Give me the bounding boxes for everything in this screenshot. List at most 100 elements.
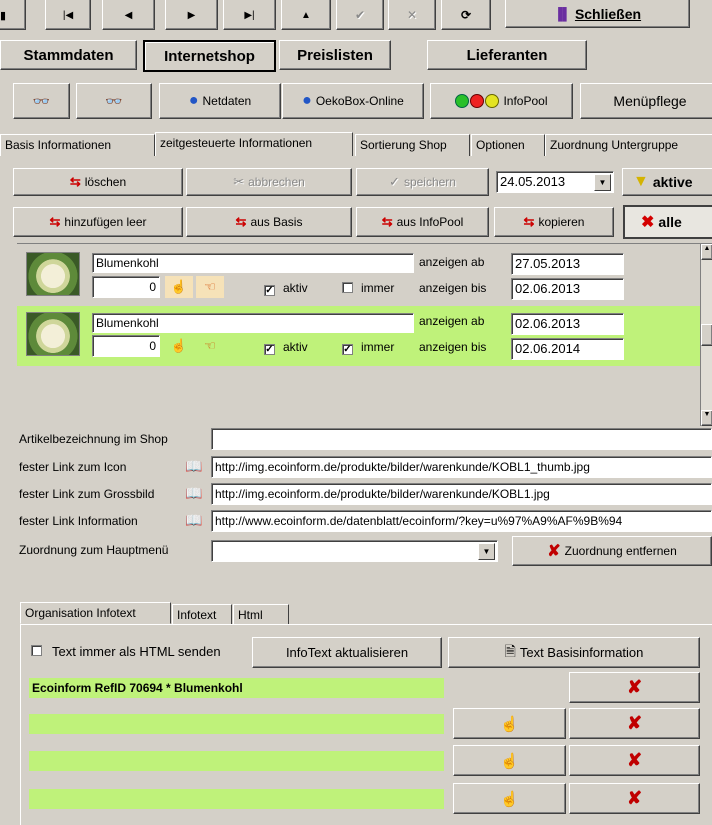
oekobox-button[interactable]: ● OekoBox-Online bbox=[282, 83, 424, 119]
alle-filter-button[interactable]: ✖ alle bbox=[623, 205, 712, 239]
search-all-button[interactable]: 👓 bbox=[76, 83, 152, 119]
tab-optionen[interactable]: Optionen bbox=[471, 134, 545, 156]
list-scrollbar[interactable]: ▲ ▼ bbox=[700, 244, 712, 426]
icon-link-field[interactable]: http://img.ecoinform.de/produkte/bilder/… bbox=[211, 456, 712, 478]
speichern-button[interactable]: ✓ speichern bbox=[356, 168, 489, 196]
infotext-row-4[interactable] bbox=[29, 789, 444, 809]
tab-zeitgesteuerte-informationen[interactable]: zeitgesteuerte Informationen bbox=[155, 132, 353, 156]
entry-qty-field[interactable]: 0 bbox=[92, 276, 160, 298]
move-up-button-3[interactable]: ☝ bbox=[453, 783, 566, 814]
loeschen-label: löschen bbox=[84, 175, 127, 189]
hauptmenue-select[interactable]: ▼ bbox=[211, 540, 498, 562]
delete-row-button[interactable]: ✘ bbox=[569, 672, 700, 703]
immer-checkbox[interactable] bbox=[342, 282, 353, 296]
infotext-row[interactable]: Ecoinform RefID 70694 * Blumenkohl bbox=[29, 678, 444, 698]
infotext-aktualisieren-button[interactable]: InfoText aktualisieren bbox=[252, 637, 442, 668]
tab-html[interactable]: Html bbox=[233, 604, 289, 624]
nav-refresh-button[interactable]: ⟳ bbox=[441, 0, 491, 30]
grossbild-link-field[interactable]: http://img.ecoinform.de/produkte/bilder/… bbox=[211, 483, 712, 505]
hand-point-icon[interactable]: ☜ bbox=[196, 276, 224, 298]
immer-label-2: immer bbox=[361, 340, 395, 354]
tab-lieferanten[interactable]: Lieferanten bbox=[427, 40, 587, 70]
move-up-button-2[interactable]: ☝ bbox=[453, 745, 566, 776]
hand-icon-2[interactable]: ☝ bbox=[165, 335, 193, 357]
nav-prev-button[interactable]: ◀ bbox=[102, 0, 155, 30]
nav-first-button[interactable]: ▮ bbox=[0, 0, 26, 30]
html-checkbox[interactable] bbox=[31, 645, 42, 659]
aus-infopool-button[interactable]: ⇆ aus InfoPool bbox=[356, 207, 489, 237]
infotext-row-3[interactable] bbox=[29, 751, 444, 771]
menuepflege-button[interactable]: Menüpflege bbox=[580, 83, 712, 119]
nav-cancel-button[interactable]: ✕ bbox=[388, 0, 436, 30]
nav-last-button[interactable]: ▶| bbox=[223, 0, 276, 30]
hand-point-icon-2[interactable]: ☜ bbox=[196, 335, 224, 357]
book-icon-3[interactable]: 📖 bbox=[185, 512, 202, 529]
book-icon[interactable]: 📖 bbox=[185, 458, 202, 475]
list-add-icon-3: ⇆ bbox=[381, 214, 393, 229]
tab-basis-informationen[interactable]: Basis Informationen bbox=[0, 134, 155, 156]
aktiv-checkbox[interactable]: ✓ bbox=[264, 282, 275, 296]
tab-internetshop[interactable]: Internetshop bbox=[143, 40, 276, 72]
globe-icon: ● bbox=[188, 92, 199, 109]
close-button[interactable]: ▐▌ Schließen bbox=[505, 0, 690, 28]
zuordnung-entfernen-label: Zuordnung entfernen bbox=[564, 544, 677, 558]
tab-zuordnung-untergruppe[interactable]: Zuordnung Untergruppe bbox=[545, 134, 712, 156]
book-icon-2[interactable]: 📖 bbox=[185, 485, 202, 502]
anzeigen-bis-field-2[interactable]: 02.06.2014 bbox=[511, 338, 624, 360]
anzeigen-bis-field[interactable]: 02.06.2013 bbox=[511, 278, 624, 300]
search-button[interactable]: 👓 bbox=[13, 83, 70, 119]
hand-icon[interactable]: ☝ bbox=[165, 276, 193, 298]
chevron-down-icon-2[interactable]: ▼ bbox=[478, 543, 495, 560]
tab-organisation-infotext[interactable]: Organisation Infotext bbox=[20, 602, 171, 624]
nav-first-button-2[interactable]: |◀ bbox=[45, 0, 91, 30]
entry-name-field-2[interactable]: Blumenkohl bbox=[92, 313, 414, 333]
list-item[interactable]: Blumenkohl 0 ☝ ☜ ✓ aktiv immer anzeigen … bbox=[17, 248, 700, 304]
abbrechen-button[interactable]: ✂ abbrechen bbox=[186, 168, 352, 196]
infopool-button[interactable]: InfoPool bbox=[430, 83, 573, 119]
aktiv-checkbox-2[interactable]: ✓ bbox=[264, 341, 275, 355]
move-up-button[interactable]: ☝ bbox=[453, 708, 566, 739]
oekobox-label: OekoBox-Online bbox=[315, 94, 404, 108]
delete-row-button-3[interactable]: ✘ bbox=[569, 745, 700, 776]
delete-row-button-4[interactable]: ✘ bbox=[569, 783, 700, 814]
list-item-selected[interactable]: Blumenkohl 0 ☝ ☜ ✓ aktiv ✓ immer anzeige… bbox=[17, 306, 700, 366]
red-x-icon: ✘ bbox=[626, 677, 643, 697]
zuordnung-entfernen-button[interactable]: ✘ Zuordnung entfernen bbox=[512, 536, 712, 566]
nav-confirm-button[interactable]: ✔ bbox=[336, 0, 384, 30]
chevron-down-icon[interactable]: ▼ bbox=[594, 174, 611, 191]
artikelbezeichnung-field[interactable] bbox=[211, 428, 712, 450]
information-link-field[interactable]: http://www.ecoinform.de/datenblatt/ecoin… bbox=[211, 510, 712, 532]
anzeigen-ab-field-2[interactable]: 02.06.2013 bbox=[511, 313, 624, 335]
infotext-row-2[interactable] bbox=[29, 714, 444, 734]
netdaten-button[interactable]: ● Netdaten bbox=[159, 83, 281, 119]
nav-up-button[interactable]: ▲ bbox=[281, 0, 331, 30]
entry-qty-field-2[interactable]: 0 bbox=[92, 335, 160, 357]
aktive-filter-button[interactable]: ▼ aktive bbox=[622, 168, 712, 196]
immer-checkbox-2[interactable]: ✓ bbox=[342, 341, 353, 355]
immer-label: immer bbox=[361, 281, 395, 295]
tab-organisation-label: Organisation Infotext bbox=[25, 606, 136, 620]
entry-name-field[interactable]: Blumenkohl bbox=[92, 253, 414, 273]
aus-basis-button[interactable]: ⇆ aus Basis bbox=[186, 207, 352, 237]
tab-stammdaten[interactable]: Stammdaten bbox=[0, 40, 137, 70]
tab-preislisten[interactable]: Preislisten bbox=[279, 40, 391, 70]
information-link-label: fester Link Information bbox=[19, 514, 138, 528]
hinzufuegen-leer-button[interactable]: ⇆ hinzufügen leer bbox=[13, 207, 183, 237]
scroll-thumb[interactable] bbox=[701, 324, 712, 346]
bottom-tab-bar: Organisation Infotext Infotext Html bbox=[20, 602, 712, 624]
delete-row-button-2[interactable]: ✘ bbox=[569, 708, 700, 739]
list-add-icon-2: ⇆ bbox=[235, 214, 247, 229]
scroll-down-arrow[interactable]: ▼ bbox=[701, 410, 712, 426]
nav-confirm-icon: ✔ bbox=[354, 8, 366, 22]
tab-sortierung-shop[interactable]: Sortierung Shop bbox=[355, 134, 470, 156]
date-select[interactable]: 24.05.2013 ▼ bbox=[496, 171, 614, 193]
anzeigen-ab-field[interactable]: 27.05.2013 bbox=[511, 253, 624, 275]
loeschen-button[interactable]: ⇆ löschen bbox=[13, 168, 183, 196]
scroll-up-arrow[interactable]: ▲ bbox=[701, 244, 712, 260]
nav-next-button[interactable]: ▶ bbox=[165, 0, 218, 30]
text-basisinformation-button[interactable]: 🗎 Text Basisinformation bbox=[448, 637, 700, 668]
menuepflege-label: Menüpflege bbox=[613, 93, 687, 109]
infotext-aktualisieren-label: InfoText aktualisieren bbox=[285, 645, 409, 660]
kopieren-button[interactable]: ⇆ kopieren bbox=[494, 207, 614, 237]
tab-infotext[interactable]: Infotext bbox=[172, 604, 232, 624]
